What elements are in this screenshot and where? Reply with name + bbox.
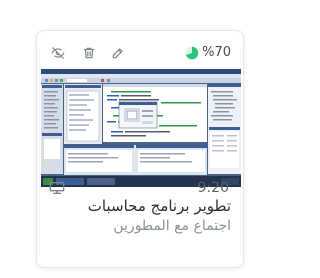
trash-icon[interactable] [82, 46, 96, 60]
eye-off-icon[interactable] [51, 46, 65, 60]
edit-icon[interactable] [111, 46, 125, 60]
progress-pie-icon [185, 46, 199, 60]
ide-screenshot-image [41, 69, 241, 187]
session-subtitle: اجتماع مع المطورين [113, 218, 231, 234]
monitor-icon [49, 181, 65, 195]
card-toolbar: %70 [37, 31, 243, 71]
session-thumbnail[interactable] [41, 69, 241, 187]
session-time: 9:20 [197, 180, 229, 196]
progress-text: %70 [202, 45, 231, 60]
progress-indicator: %70 [185, 45, 231, 61]
session-card[interactable]: %70 9:20 تطوير برنامج محاسبات اجتماع مع … [36, 30, 244, 268]
session-title[interactable]: تطوير برنامج محاسبات [88, 196, 231, 216]
